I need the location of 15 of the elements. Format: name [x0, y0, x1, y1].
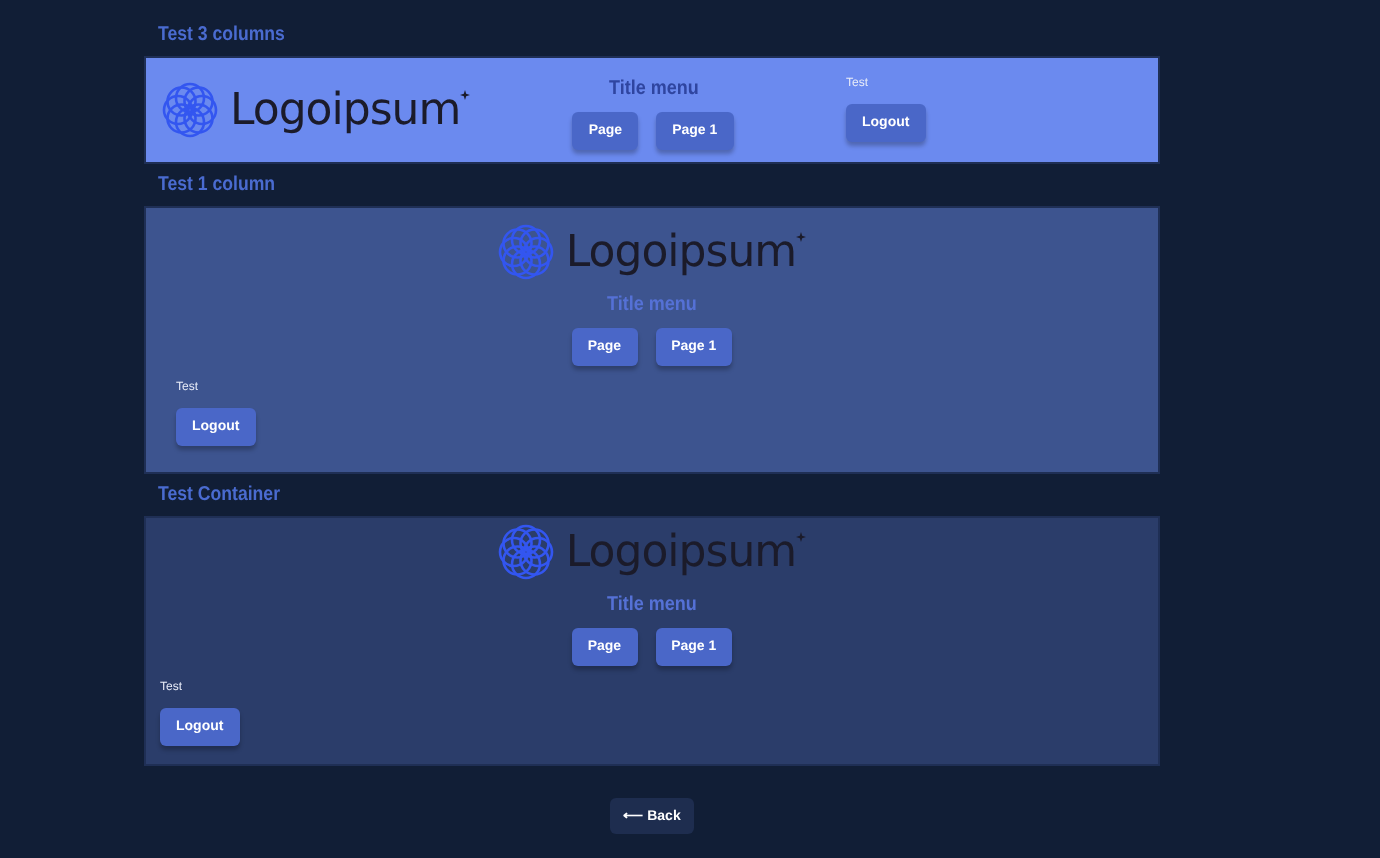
- logo-wordmark: Logoipsum: [565, 527, 797, 577]
- sparkle-icon: [460, 90, 471, 100]
- flower-icon: [497, 224, 554, 280]
- sparkle-icon: [796, 232, 807, 242]
- flower-icon: [497, 524, 554, 580]
- sparkle-icon: [796, 532, 807, 542]
- section-title: Test 3 columns: [156, 22, 287, 50]
- section-title: Test Container: [156, 482, 282, 510]
- flower-icon: [162, 82, 218, 138]
- menu-title: Title menu: [607, 594, 697, 616]
- menu-title: Title menu: [607, 294, 697, 316]
- logo-wordmark: Logoipsum: [565, 227, 797, 277]
- section-title: Test 1 column: [156, 172, 278, 200]
- menu-title: Title menu: [608, 78, 698, 100]
- logo-wordmark: Logoipsum: [230, 85, 461, 135]
